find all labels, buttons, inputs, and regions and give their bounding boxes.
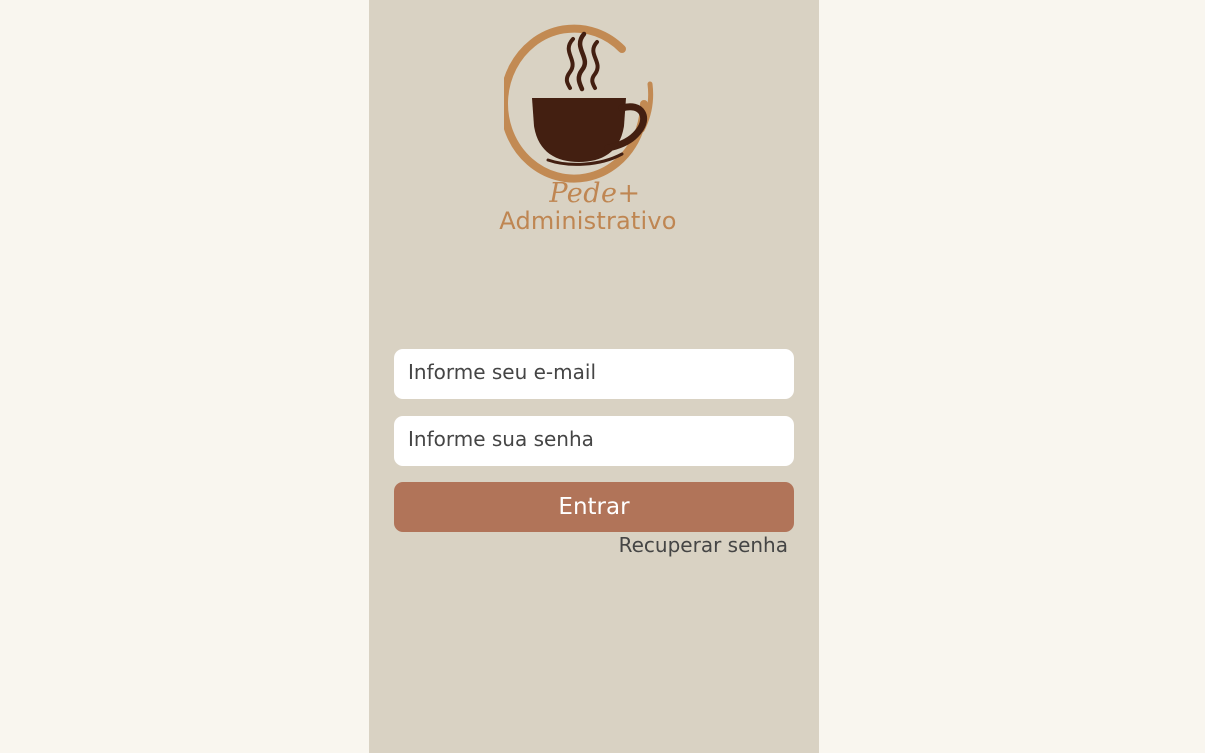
brand-subtitle: Administrativo (499, 207, 677, 235)
recover-password-link[interactable]: Recuperar senha (619, 533, 788, 557)
coffee-cup-icon (504, 24, 654, 183)
login-panel: Pede+ Administrativo Entrar Recuperar se… (369, 0, 819, 753)
email-field[interactable] (394, 349, 794, 399)
login-button[interactable]: Entrar (394, 482, 794, 532)
brand-name: Pede+ (549, 178, 641, 209)
password-field[interactable] (394, 416, 794, 466)
